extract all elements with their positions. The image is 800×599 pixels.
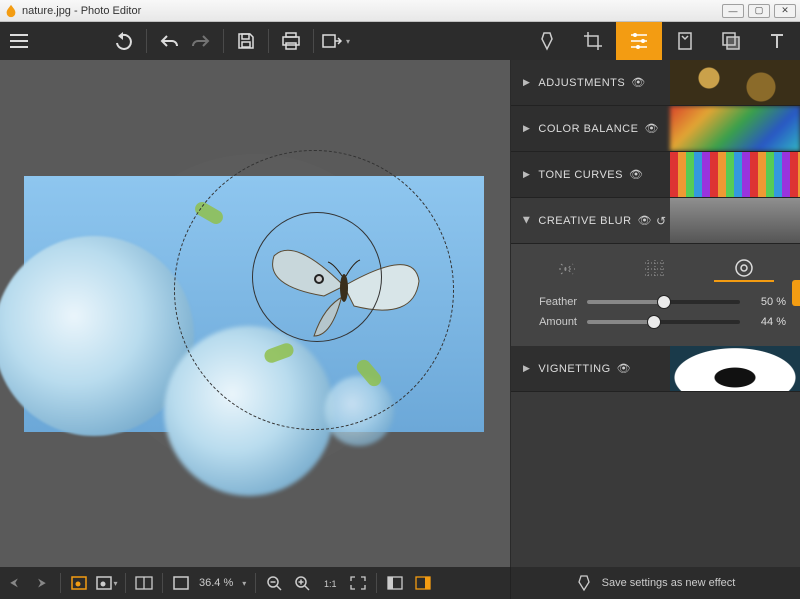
- section-label: VIGNETTING: [538, 363, 610, 375]
- window-minimize-button[interactable]: —: [722, 4, 744, 18]
- mode-tabs: [524, 22, 800, 60]
- mode-overlay[interactable]: [708, 22, 754, 60]
- eye-icon[interactable]: 👁: [644, 122, 658, 135]
- chevron-right-icon: ▶: [523, 169, 530, 180]
- section-decor: [670, 106, 800, 151]
- undo-button[interactable]: [153, 22, 185, 60]
- mode-effects[interactable]: [524, 22, 570, 60]
- view-single-button[interactable]: [65, 567, 93, 599]
- reset-icon[interactable]: ↺: [656, 214, 667, 228]
- window-close-button[interactable]: ✕: [774, 4, 796, 18]
- window-titlebar: nature.jpg - Photo Editor — ▢ ✕: [0, 0, 800, 22]
- zoom-dropdown[interactable]: ▾: [237, 567, 251, 599]
- creative-blur-panel: Feather 50 % Amount 44 %: [511, 244, 800, 346]
- blur-tab-linear[interactable]: [537, 256, 597, 282]
- fit-window-button[interactable]: [167, 567, 195, 599]
- prev-image-button[interactable]: ⮜: [0, 567, 28, 599]
- slider-label: Amount: [525, 316, 577, 328]
- mode-presets[interactable]: [662, 22, 708, 60]
- panel-left-button[interactable]: [381, 567, 409, 599]
- print-button[interactable]: [275, 22, 307, 60]
- next-image-button[interactable]: ⮞: [28, 567, 56, 599]
- section-decor: [670, 60, 800, 105]
- chevron-down-icon: ▶: [521, 217, 532, 224]
- blur-selection-center-handle[interactable]: [314, 274, 324, 284]
- section-decor: [670, 152, 800, 197]
- redo-button[interactable]: [185, 22, 217, 60]
- menu-button[interactable]: [0, 22, 38, 60]
- chevron-right-icon: ▶: [523, 123, 530, 134]
- section-vignetting[interactable]: ▶ VIGNETTING 👁: [511, 346, 800, 392]
- section-adjustments[interactable]: ▶ ADJUSTMENTS 👁: [511, 60, 800, 106]
- eye-icon[interactable]: 👁: [631, 76, 645, 89]
- eye-icon[interactable]: 👁: [638, 214, 652, 227]
- section-label: COLOR BALANCE: [538, 123, 638, 135]
- window-maximize-button[interactable]: ▢: [748, 4, 770, 18]
- slider-value: 50 %: [750, 296, 786, 308]
- zoom-actual-button[interactable]: 1:1: [316, 567, 344, 599]
- zoom-in-button[interactable]: [288, 567, 316, 599]
- flask-icon: [576, 574, 592, 592]
- slider-value: 44 %: [750, 316, 786, 328]
- amount-slider-track[interactable]: [587, 320, 740, 324]
- chevron-right-icon: ▶: [523, 77, 530, 88]
- save-effect-label: Save settings as new effect: [602, 577, 736, 589]
- mode-crop[interactable]: [570, 22, 616, 60]
- save-effect-button[interactable]: Save settings as new effect: [510, 567, 800, 599]
- slider-feather: Feather 50 %: [511, 292, 800, 312]
- mode-text[interactable]: [754, 22, 800, 60]
- export-button[interactable]: ▾: [320, 22, 352, 60]
- save-button[interactable]: [230, 22, 262, 60]
- section-tone-curves[interactable]: ▶ TONE CURVES 👁: [511, 152, 800, 198]
- chevron-right-icon: ▶: [523, 363, 530, 374]
- slider-label: Feather: [525, 296, 577, 308]
- view-compare-button[interactable]: ▾: [93, 567, 121, 599]
- eye-icon[interactable]: 👁: [629, 168, 643, 181]
- section-label: TONE CURVES: [538, 169, 623, 181]
- app-logo-icon: [4, 4, 18, 18]
- zoom-fit-button[interactable]: [344, 567, 372, 599]
- sidebar-flyout-handle[interactable]: [792, 280, 800, 306]
- section-label: CREATIVE BLUR: [538, 215, 631, 227]
- split-view-button[interactable]: [130, 567, 158, 599]
- panel-right-button[interactable]: [409, 567, 437, 599]
- section-label: ADJUSTMENTS: [538, 77, 625, 89]
- eye-icon[interactable]: 👁: [617, 362, 631, 375]
- slider-amount: Amount 44 %: [511, 312, 800, 332]
- window-title: nature.jpg - Photo Editor: [22, 5, 141, 17]
- zoom-level: 36.4 %: [195, 577, 237, 589]
- zoom-out-button[interactable]: [260, 567, 288, 599]
- mode-adjust[interactable]: [616, 22, 662, 60]
- section-decor: [670, 198, 800, 243]
- blur-tab-radial[interactable]: [714, 256, 774, 282]
- section-decor: [670, 346, 800, 391]
- blur-tab-grid[interactable]: [625, 256, 685, 282]
- status-bar: ⮜ ⮞ ▾ 36.4 % ▾ 1:1 Save settings as new …: [0, 567, 800, 599]
- feather-slider-track[interactable]: [587, 300, 740, 304]
- section-creative-blur[interactable]: ▶ CREATIVE BLUR 👁 ↺: [511, 198, 800, 244]
- undo-history-button[interactable]: [108, 22, 140, 60]
- image-canvas[interactable]: [24, 176, 484, 432]
- amount-slider-knob[interactable]: [648, 316, 660, 328]
- svg-text:1:1: 1:1: [324, 579, 337, 589]
- top-toolbar: ▾: [0, 22, 800, 60]
- feather-slider-knob[interactable]: [658, 296, 670, 308]
- canvas-area[interactable]: [0, 60, 510, 567]
- section-color-balance[interactable]: ▶ COLOR BALANCE 👁: [511, 106, 800, 152]
- right-sidebar: ▶ ADJUSTMENTS 👁 ▶ COLOR BALANCE 👁 ▶ TONE…: [510, 60, 800, 567]
